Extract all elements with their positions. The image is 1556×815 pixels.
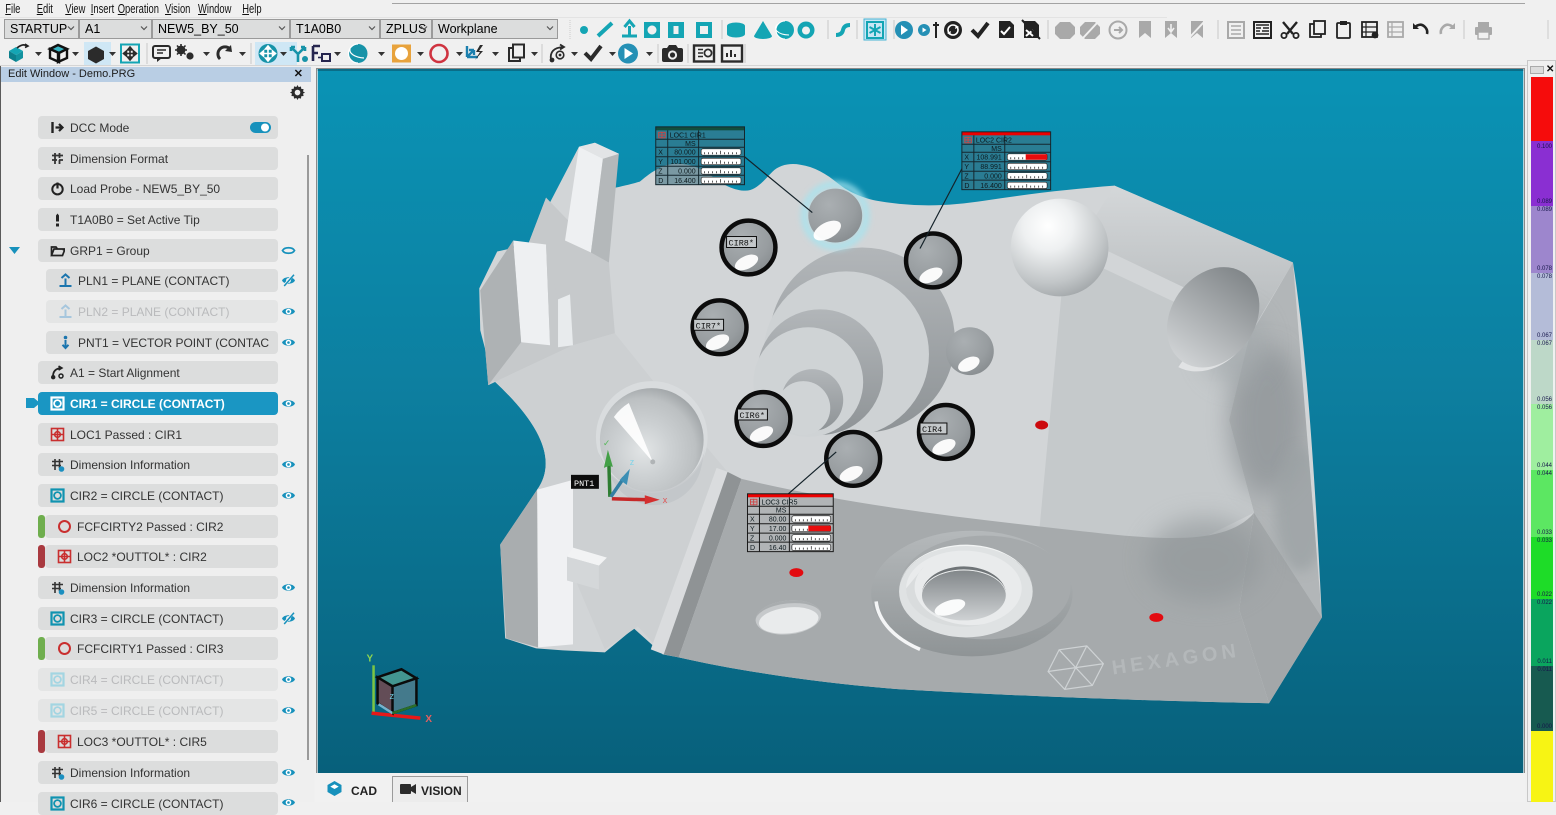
- svg-text:z: z: [390, 691, 395, 701]
- svg-text:Y: Y: [750, 526, 755, 533]
- svg-text:X: X: [964, 155, 969, 162]
- svg-text:80.00: 80.00: [769, 517, 787, 524]
- svg-text:✓: ✓: [603, 438, 611, 448]
- svg-text:CIR8*: CIR8*: [729, 238, 754, 248]
- svg-text:17.00: 17.00: [769, 526, 787, 533]
- svg-text:MS: MS: [685, 141, 696, 148]
- svg-text:LOC3 CIR5: LOC3 CIR5: [761, 500, 797, 507]
- svg-text:PNT1: PNT1: [574, 479, 594, 489]
- svg-text:Z: Z: [750, 536, 755, 543]
- svg-text:16.400: 16.400: [980, 183, 1001, 190]
- svg-text:CIR7*: CIR7*: [696, 321, 721, 331]
- svg-text:Z: Z: [658, 169, 663, 176]
- svg-text:Y: Y: [964, 164, 969, 171]
- svg-text:16.40: 16.40: [769, 545, 787, 552]
- svg-text:MS: MS: [991, 146, 1002, 153]
- svg-text:X: X: [750, 517, 755, 524]
- svg-text:MS: MS: [776, 508, 787, 515]
- svg-text:80.000: 80.000: [674, 150, 695, 157]
- svg-text:0.000: 0.000: [984, 174, 1002, 181]
- svg-text:X: X: [658, 150, 663, 157]
- svg-text:16.400: 16.400: [674, 178, 695, 185]
- svg-text:CIR4: CIR4: [922, 425, 942, 435]
- svg-text:D: D: [750, 545, 755, 552]
- svg-text:x: x: [663, 495, 668, 505]
- svg-text:88.991: 88.991: [980, 164, 1001, 171]
- svg-text:LOC1 CIR1: LOC1 CIR1: [670, 133, 706, 140]
- svg-text:CIR6*: CIR6*: [740, 411, 765, 421]
- svg-text:D: D: [658, 178, 663, 185]
- svg-text:Y: Y: [367, 653, 374, 664]
- svg-text:Z: Z: [964, 174, 969, 181]
- svg-text:LOC2 CIR2: LOC2 CIR2: [976, 138, 1012, 145]
- svg-text:X: X: [425, 714, 432, 725]
- svg-text:0.000: 0.000: [769, 536, 787, 543]
- svg-text:108.991: 108.991: [977, 155, 1002, 162]
- svg-text:D: D: [964, 183, 969, 190]
- svg-text:z: z: [630, 457, 635, 467]
- svg-text:101.000: 101.000: [670, 159, 695, 166]
- svg-text:Y: Y: [658, 159, 663, 166]
- svg-text:0.000: 0.000: [678, 169, 696, 176]
